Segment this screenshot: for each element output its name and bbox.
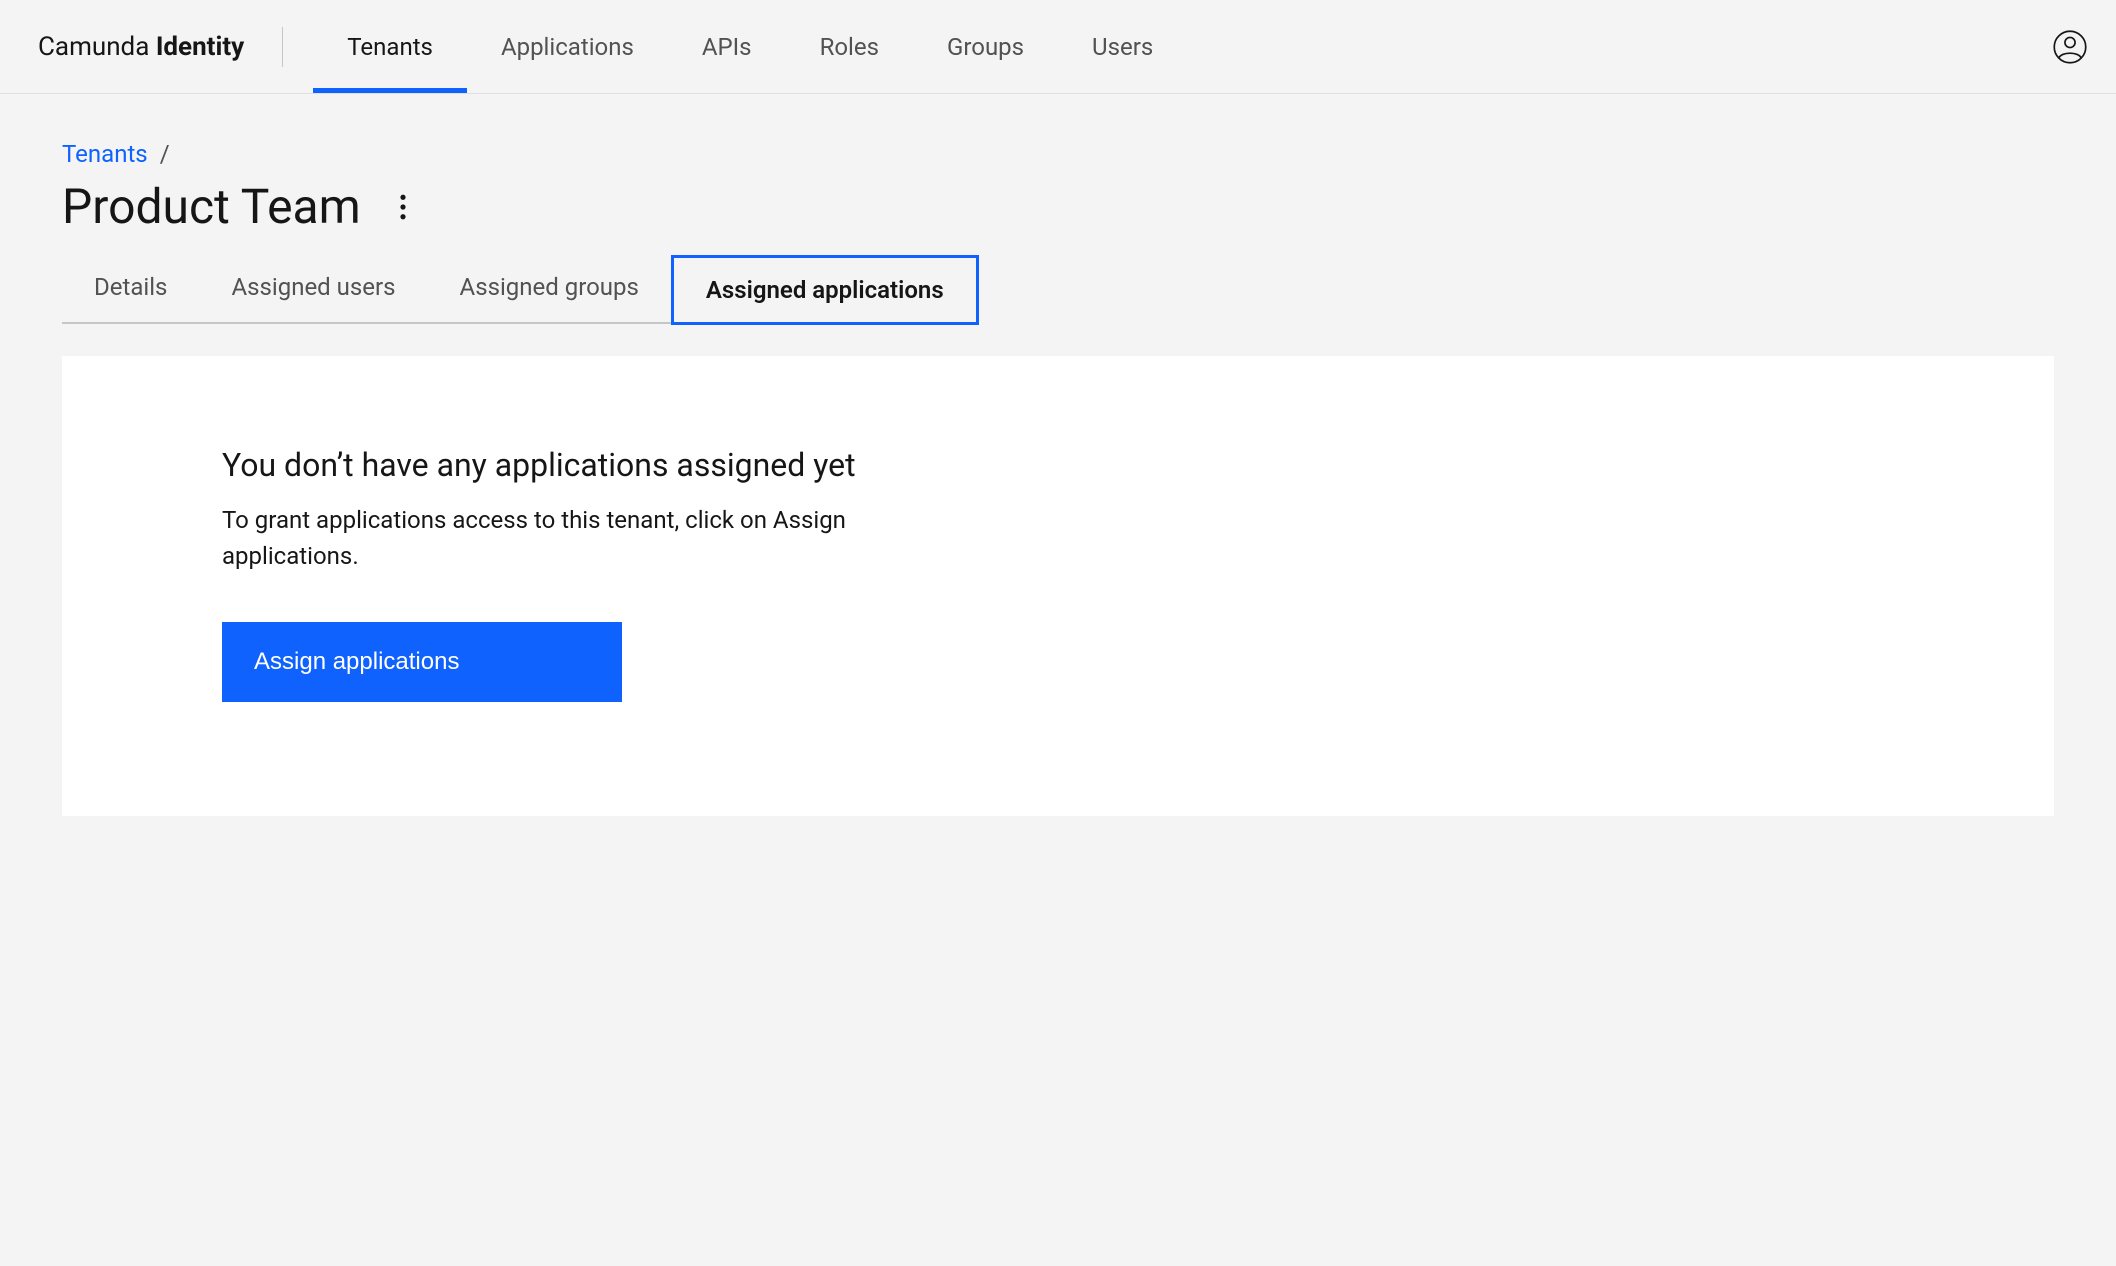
tab-assigned-users[interactable]: Assigned users <box>199 255 427 324</box>
content-card: You don’t have any applications assigned… <box>62 356 2054 816</box>
nav-users[interactable]: Users <box>1058 0 1187 93</box>
header-right <box>2048 25 2116 69</box>
divider <box>282 27 283 67</box>
overflow-menu-icon <box>399 194 407 220</box>
primary-nav: Tenants Applications APIs Roles Groups U… <box>313 0 2048 93</box>
tabs: Details Assigned users Assigned groups A… <box>62 255 2054 324</box>
page-title: Product Team <box>62 178 361 235</box>
brand-prefix: Camunda <box>38 32 156 62</box>
brand-name: Identity <box>156 32 244 62</box>
page-title-row: Product Team <box>62 178 2054 235</box>
overflow-menu[interactable] <box>391 186 415 228</box>
breadcrumb-separator: / <box>160 140 170 168</box>
brand: Camunda Identity <box>0 32 282 62</box>
breadcrumb: Tenants / <box>62 140 2054 168</box>
top-header: Camunda Identity Tenants Applications AP… <box>0 0 2116 94</box>
nav-applications[interactable]: Applications <box>467 0 668 93</box>
tab-details[interactable]: Details <box>62 255 199 324</box>
nav-tenants[interactable]: Tenants <box>313 0 467 93</box>
nav-apis[interactable]: APIs <box>668 0 786 93</box>
user-menu[interactable] <box>2048 25 2092 69</box>
empty-state-title: You don’t have any applications assigned… <box>222 446 1894 484</box>
nav-groups[interactable]: Groups <box>913 0 1058 93</box>
user-avatar-icon <box>2052 29 2088 65</box>
tab-assigned-applications[interactable]: Assigned applications <box>671 255 979 325</box>
content: Tenants / Product Team Details Assigned … <box>0 94 2116 816</box>
nav-roles[interactable]: Roles <box>786 0 913 93</box>
breadcrumb-tenants-link[interactable]: Tenants <box>62 140 148 168</box>
assign-applications-button[interactable]: Assign applications <box>222 622 622 702</box>
empty-state-description: To grant applications access to this ten… <box>222 502 962 574</box>
tab-assigned-groups[interactable]: Assigned groups <box>428 255 671 324</box>
